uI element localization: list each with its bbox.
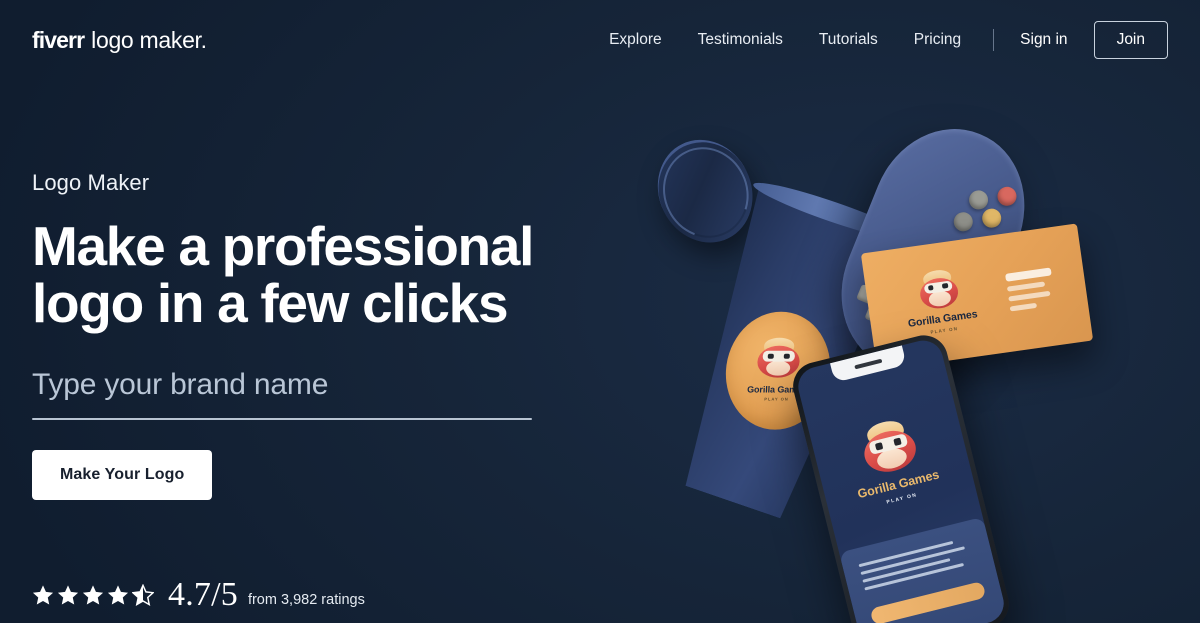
phone-cta-button <box>869 580 987 623</box>
gorilla-logo-icon-card <box>915 268 962 312</box>
smartphone-mockup: Gorilla Games PLAY ON <box>788 330 1014 623</box>
hero-section: Logo Maker Make a professional logo in a… <box>32 170 552 501</box>
rating-block: 4.7/5 from 3,982 ratings <box>32 578 365 612</box>
star-icon-full-1 <box>32 585 54 605</box>
brand-fiverr-text: fiverr <box>32 26 85 53</box>
hero-headline-line-1: Make a professional <box>32 215 534 277</box>
star-icon-full-4 <box>107 585 129 605</box>
brand-name-field <box>32 366 532 421</box>
gorilla-logo-icon-phone <box>856 417 922 479</box>
phone-brand-tagline: PLAY ON <box>885 492 918 506</box>
star-icon-full-2 <box>57 585 79 605</box>
brand-input-underline <box>32 418 532 421</box>
rating-score: 4.7/5 <box>168 576 238 613</box>
star-rating <box>32 584 154 606</box>
logo-maker-landing-page: fiverr logo maker. Explore Testimonials … <box>0 0 1200 623</box>
hero-eyebrow: Logo Maker <box>32 170 150 195</box>
fiverr-logo-maker-logo[interactable]: fiverr logo maker. <box>32 26 207 53</box>
star-icon-half-5 <box>132 584 154 606</box>
product-mockup-scene: Gorilla Games PLAY ON Gorilla Games PLAY… <box>600 0 1200 623</box>
business-card-brand-name: Gorilla Games <box>907 307 979 330</box>
star-icon-full-3 <box>82 585 104 605</box>
brand-logo-maker-text: logo maker. <box>91 26 207 53</box>
phone-content-sheet <box>839 516 1008 623</box>
rating-count: from 3,982 ratings <box>247 592 365 608</box>
business-card-placeholder-lines <box>993 265 1072 313</box>
brand-name-input[interactable] <box>32 366 532 419</box>
make-your-logo-button[interactable]: Make Your Logo <box>32 450 213 501</box>
business-card-tagline: PLAY ON <box>930 325 959 335</box>
hero-headline: Make a professional logo in a few clicks <box>32 215 552 335</box>
sticker-brand-tagline: PLAY ON <box>764 396 789 402</box>
hero-headline-line-2: logo in a few clicks <box>32 272 509 335</box>
